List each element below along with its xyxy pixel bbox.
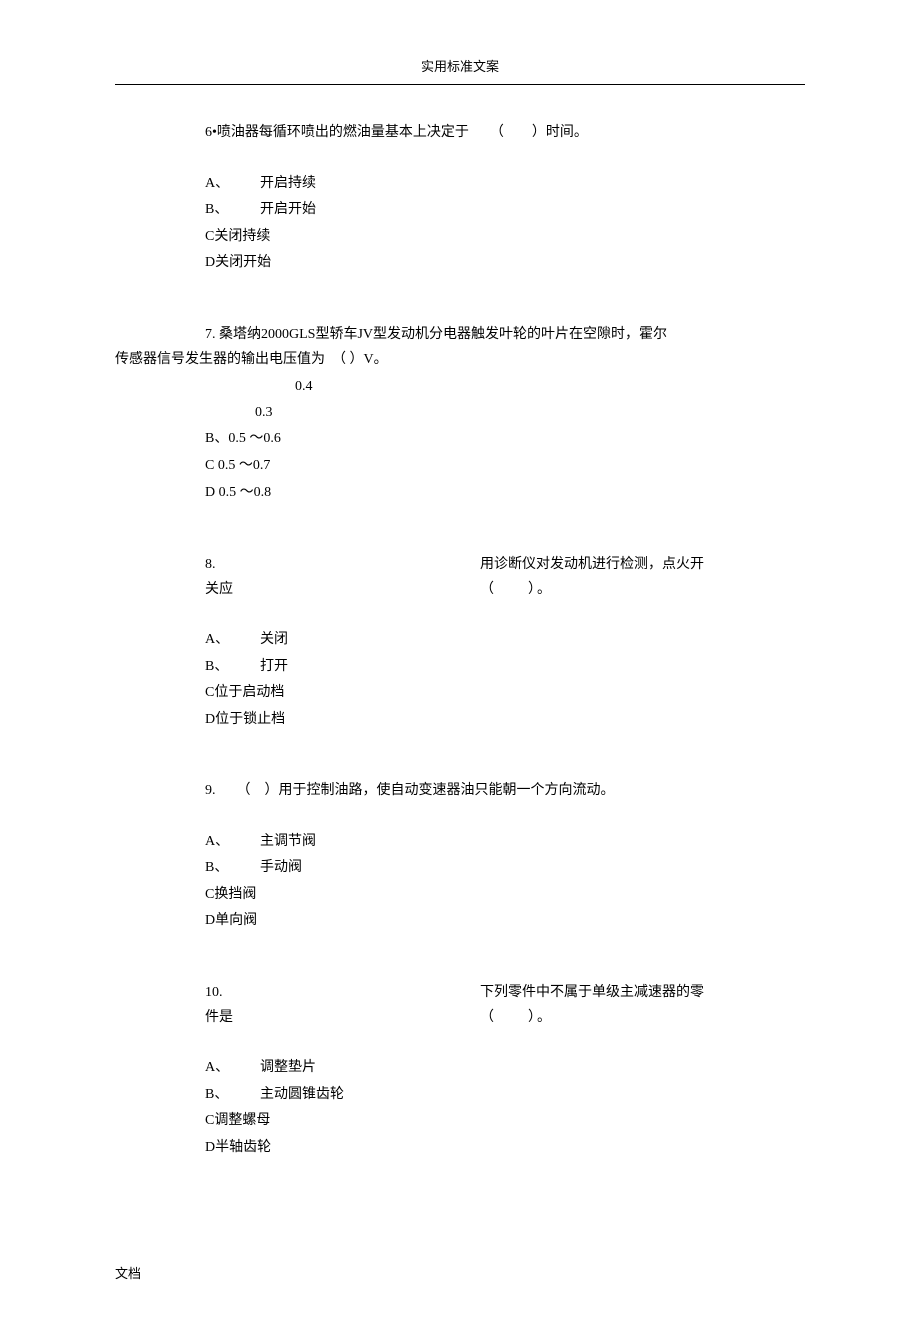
q10-opt-c: C调整螺母 [205,1108,805,1135]
question-10: 10. 件是 下列零件中不属于单级主减速器的零 （ ）。 A、调整垫片 B、主动… [115,980,805,1162]
q10-opt-b-label: B、 [205,1082,260,1109]
q7-text-line2: 传感器信号发生器的输出电压值为 （ ）V。 [115,347,805,372]
q8-left-1: 8. [205,552,480,577]
q9-options: A、主调节阀 B、手动阀 C换挡阀 D单向阀 [205,829,805,935]
q8-right-1: 用诊断仪对发动机进行检测，点火开 [480,552,704,577]
q7-extra-2: 0.3 [255,400,805,425]
q9-text: 9. （ ）用于控制油路，使自动变速器油只能朝一个方向流动。 [205,778,805,803]
q9-opt-b-text: 手动阀 [260,860,302,875]
q8-opt-c: C位于启动档 [205,680,805,707]
q9-opt-c: C换挡阀 [205,882,805,909]
q6-opt-d: D关闭开始 [205,250,805,277]
q8-text: 8. 关应 用诊断仪对发动机进行检测，点火开 （ ）。 [205,552,805,602]
q10-right-2: （ ）。 [480,1005,704,1030]
q7-text-line1: 7. 桑塔纳2000GLS型轿车JV型发动机分电器触发叶轮的叶片在空隙时，霍尔 [205,322,805,347]
q10-opt-d: D半轴齿轮 [205,1135,805,1162]
q10-opt-a-label: A、 [205,1055,260,1082]
q10-right-1: 下列零件中不属于单级主减速器的零 [480,980,704,1005]
q9-opt-a-label: A、 [205,829,260,856]
q7-opt-d: D 0.5 ～0.8 [205,479,805,506]
q10-options: A、调整垫片 B、主动圆锥齿轮 C调整螺母 D半轴齿轮 [205,1055,805,1161]
question-8: 8. 关应 用诊断仪对发动机进行检测，点火开 （ ）。 A、关闭 B、打开 C位… [115,552,805,734]
q8-options: A、关闭 B、打开 C位于启动档 D位于锁止档 [205,627,805,733]
q6-options: A、开启持续 B、开启开始 C关闭持续 D关闭开始 [205,171,805,277]
q6-opt-b-text: 开启开始 [260,202,316,217]
q9-opt-a-text: 主调节阀 [260,834,316,849]
q6-text: 6•喷油器每循环喷出的燃油量基本上决定于 （ ）时间。 [205,120,805,145]
q10-opt-a-text: 调整垫片 [260,1060,316,1075]
question-9: 9. （ ）用于控制油路，使自动变速器油只能朝一个方向流动。 A、主调节阀 B、… [115,778,805,935]
q9-opt-b-label: B、 [205,855,260,882]
q8-right-2: （ ）。 [480,577,704,602]
q10-left-1: 10. [205,980,480,1005]
q8-opt-b-text: 打开 [260,659,288,674]
q8-opt-b-label: B、 [205,654,260,681]
q7-opt-c: C 0.5 ～0.7 [205,452,805,479]
q8-opt-a-label: A、 [205,627,260,654]
q9-opt-d: D单向阀 [205,908,805,935]
q6-opt-a-label: A、 [205,171,260,198]
q7-extra-1: 0.4 [295,374,805,399]
q10-text: 10. 件是 下列零件中不属于单级主减速器的零 （ ）。 [205,980,805,1030]
page-footer: 文档 [115,1262,805,1285]
q7-options: B、0.5 ～0.6 C 0.5 ～0.7 D 0.5 ～0.8 [205,425,805,507]
q6-opt-b-label: B、 [205,197,260,224]
q10-opt-b-text: 主动圆锥齿轮 [260,1087,344,1102]
question-6: 6•喷油器每循环喷出的燃油量基本上决定于 （ ）时间。 A、开启持续 B、开启开… [115,120,805,277]
q6-opt-a-text: 开启持续 [260,176,316,191]
q8-opt-d: D位于锁止档 [205,707,805,734]
page-header: 实用标准文案 [115,55,805,85]
q10-left-2: 件是 [205,1005,480,1030]
question-7: 7. 桑塔纳2000GLS型轿车JV型发动机分电器触发叶轮的叶片在空隙时，霍尔 … [115,322,805,507]
q6-opt-c: C关闭持续 [205,224,805,251]
q8-opt-a-text: 关闭 [260,632,288,647]
q7-opt-b: B、0.5 ～0.6 [205,425,805,452]
q8-left-2: 关应 [205,577,480,602]
